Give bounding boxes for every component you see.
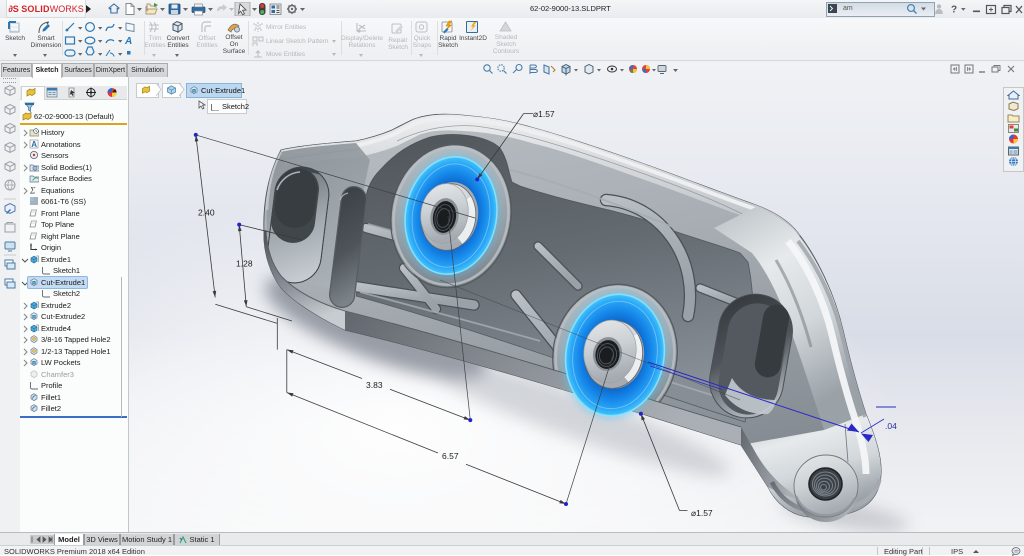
svg-text:.04: .04	[885, 421, 897, 431]
svg-text:6.57: 6.57	[442, 451, 459, 461]
svg-text:?: ?	[951, 5, 957, 16]
svg-text:A: A	[124, 36, 132, 47]
svg-text:3.83: 3.83	[366, 380, 383, 390]
svg-text:1.28: 1.28	[236, 259, 253, 269]
svg-text:2.40: 2.40	[198, 208, 215, 218]
svg-text:⌀1.57: ⌀1.57	[691, 508, 713, 518]
svg-text:⌀1.57: ⌀1.57	[533, 109, 555, 119]
